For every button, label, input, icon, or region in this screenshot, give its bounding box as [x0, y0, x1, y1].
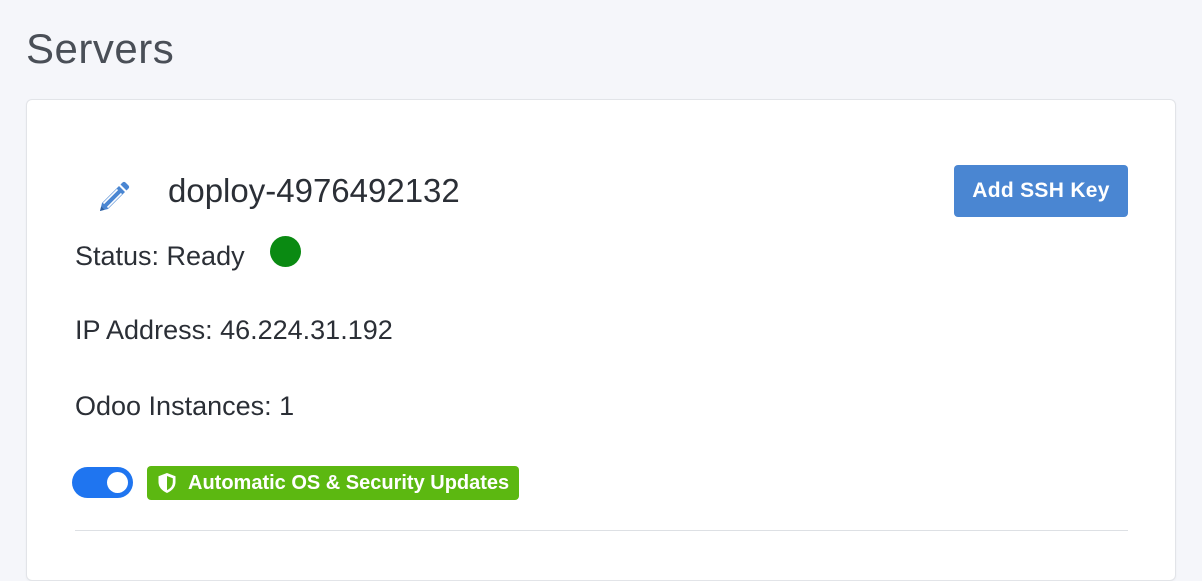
server-name: doploy-4976492132 — [168, 172, 460, 209]
status-text: Status: Ready — [75, 241, 245, 271]
server-card: doploy-4976492132 Add SSH Key Status: Re… — [26, 99, 1176, 581]
shield-icon — [157, 472, 177, 494]
card-divider — [75, 530, 1128, 531]
auto-updates-toggle[interactable] — [72, 467, 133, 498]
add-ssh-key-button[interactable]: Add SSH Key — [954, 165, 1128, 217]
page-title: Servers — [26, 25, 175, 72]
pencil-icon[interactable] — [95, 180, 131, 216]
status-indicator-dot — [270, 236, 301, 267]
auto-updates-label: Automatic OS & Security Updates — [188, 471, 510, 494]
ip-address-text: IP Address: 46.224.31.192 — [75, 315, 393, 345]
auto-updates-badge: Automatic OS & Security Updates — [147, 466, 520, 500]
odoo-instances-text: Odoo Instances: 1 — [75, 391, 295, 421]
toggle-knob — [107, 472, 128, 493]
